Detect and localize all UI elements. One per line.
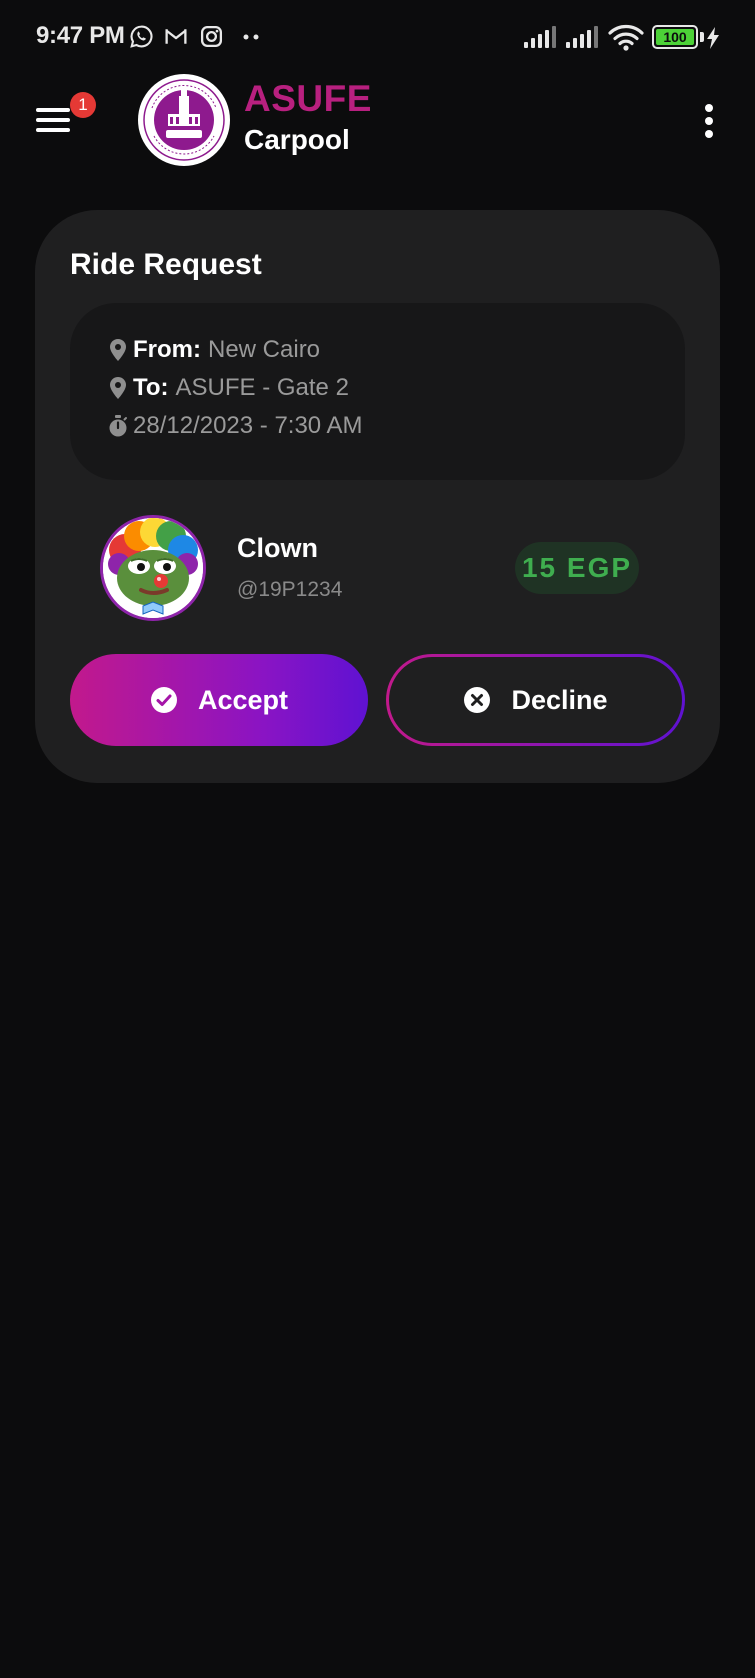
accept-button[interactable]: Accept xyxy=(70,654,368,746)
status-time: 9:47 PM xyxy=(36,22,125,49)
more-vert-icon xyxy=(705,104,713,112)
accept-label: Accept xyxy=(197,684,289,715)
from-label: From: xyxy=(133,336,201,363)
wifi-icon xyxy=(608,25,644,51)
battery-indicator: 100 xyxy=(652,25,698,49)
price-badge: 15 EGP xyxy=(515,542,639,594)
battery-level: 100 xyxy=(656,29,694,45)
more-vert-icon-dot xyxy=(705,130,713,138)
decline-label: Decline xyxy=(511,684,608,715)
more-vert-icon-dot xyxy=(705,117,713,125)
signal-icon xyxy=(566,26,598,48)
to-label: To: xyxy=(133,374,169,401)
to-row: To: ASUFE - Gate 2 xyxy=(108,374,349,402)
card-title: Ride Request xyxy=(70,248,262,281)
close-circle-icon xyxy=(464,687,491,713)
app-subtitle: Carpool xyxy=(244,124,350,155)
decline-button[interactable]: Decline xyxy=(386,654,685,746)
asufe-logo xyxy=(138,74,230,166)
datetime-value: 28/12/2023 - 7:30 AM xyxy=(133,412,363,439)
rider-handle: @19P1234 xyxy=(237,578,343,601)
menu-icon-line xyxy=(36,118,70,122)
to-value: ASUFE - Gate 2 xyxy=(175,374,349,401)
from-row: From: New Cairo xyxy=(108,336,320,364)
check-circle-icon xyxy=(150,687,177,713)
whatsapp-icon xyxy=(130,25,153,48)
status-bar: 9:47 PM 100 xyxy=(0,0,755,76)
charging-bolt-icon xyxy=(707,27,719,49)
location-pin-icon xyxy=(110,377,126,399)
notification-badge: 1 xyxy=(70,92,96,118)
menu-icon xyxy=(36,108,70,112)
ride-request-card: Ride Request From: New Cairo To: ASUFE -… xyxy=(35,210,720,783)
signal-icon xyxy=(524,26,556,48)
menu-icon-line xyxy=(36,128,70,132)
more-dots-icon xyxy=(243,34,259,40)
from-value: New Cairo xyxy=(208,336,321,363)
rider-name: Clown xyxy=(237,533,318,563)
battery-cap xyxy=(700,32,704,42)
rider-avatar[interactable] xyxy=(100,515,206,621)
stopwatch-icon xyxy=(109,415,127,437)
datetime-row: 28/12/2023 - 7:30 AM xyxy=(108,412,363,440)
more-options-button[interactable] xyxy=(695,100,723,142)
gmail-icon xyxy=(165,29,187,44)
location-pin-icon xyxy=(110,339,126,361)
route-details: From: New Cairo To: ASUFE - Gate 2 28/12… xyxy=(70,303,685,480)
instagram-icon xyxy=(200,25,223,48)
app-title: ASUFE xyxy=(244,78,372,119)
